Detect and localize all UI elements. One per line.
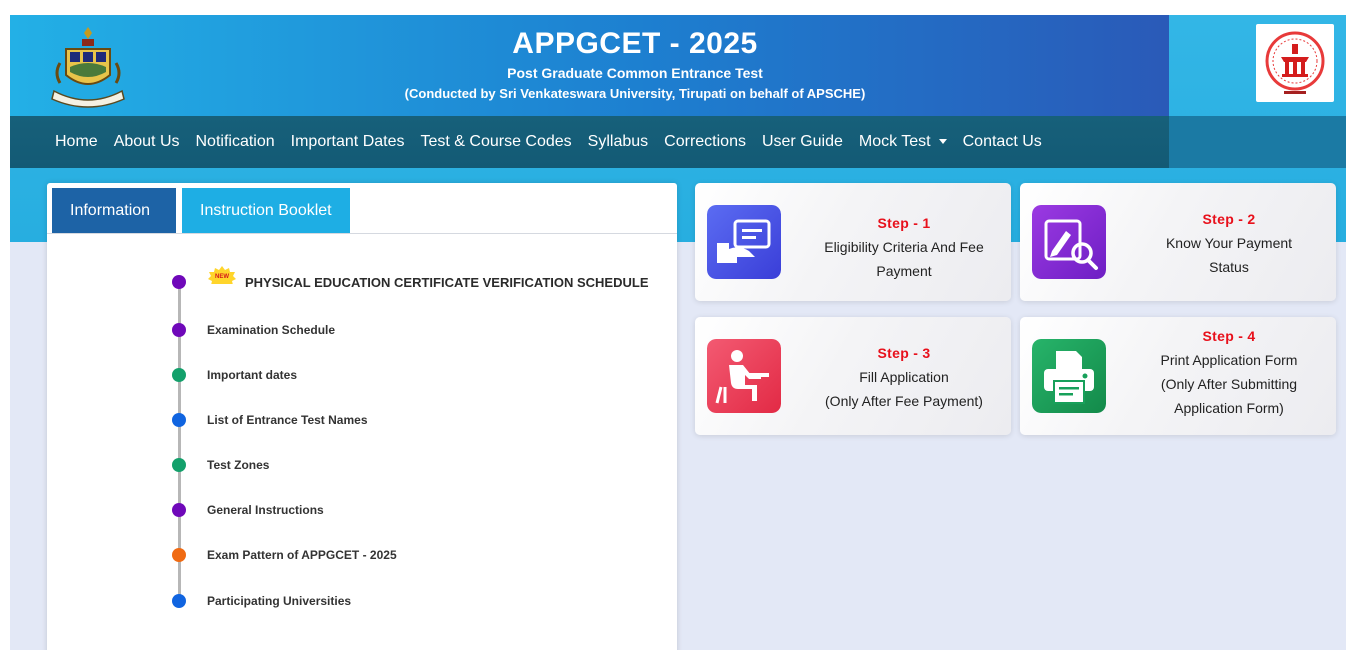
step-2-text: Step - 2 Know Your Payment Status	[1130, 207, 1328, 279]
student-desk-icon	[707, 339, 781, 413]
information-panel: Information Instruction Booklet NEW PHYS…	[47, 183, 677, 650]
step-2-card[interactable]: Step - 2 Know Your Payment Status	[1020, 183, 1336, 301]
list-item[interactable]: List of Entrance Test Names	[172, 413, 368, 427]
list-item-label: PHYSICAL EDUCATION CERTIFICATE VERIFICAT…	[245, 274, 649, 290]
nav-notification[interactable]: Notification	[196, 133, 275, 151]
page: APPGCET - 2025 Post Graduate Common Entr…	[10, 15, 1346, 650]
nav-test-course-codes[interactable]: Test & Course Codes	[420, 133, 571, 151]
step-4-line1: Print Application Form	[1160, 352, 1298, 368]
apsche-logo[interactable]	[1256, 24, 1334, 102]
site-header: APPGCET - 2025 Post Graduate Common Entr…	[10, 15, 1169, 116]
nav-mock-test-label: Mock Test	[858, 133, 931, 150]
step-3-label: Step - 3	[877, 345, 931, 361]
nav-mock-test[interactable]: Mock Test	[859, 133, 947, 151]
list-item[interactable]: Participating Universities	[172, 594, 351, 608]
list-item-label: List of Entrance Test Names	[207, 413, 368, 427]
nav-important-dates[interactable]: Important Dates	[291, 133, 405, 151]
card-payment-icon	[707, 205, 781, 279]
list-item[interactable]: NEW PHYSICAL EDUCATION CERTIFICATE VERIF…	[172, 266, 649, 290]
timeline-dot	[172, 458, 186, 472]
timeline-dot	[172, 275, 186, 289]
step-4-text: Step - 4 Print Application Form (Only Af…	[1130, 324, 1328, 420]
timeline-dot	[172, 323, 186, 337]
page-subtitle: Post Graduate Common Entrance Test	[507, 65, 763, 81]
step-4-label: Step - 4	[1202, 328, 1256, 344]
step-4-card[interactable]: Step - 4 Print Application Form (Only Af…	[1020, 317, 1336, 435]
conducted-by-text: (Conducted by Sri Venkateswara Universit…	[404, 86, 866, 101]
step-3-line2: (Only After Fee Payment)	[825, 393, 983, 409]
step-1-line2: Payment	[876, 263, 932, 279]
step-3-text: Step - 3 Fill Application (Only After Fe…	[805, 341, 1003, 413]
list-item-label: Important dates	[207, 368, 298, 382]
list-item[interactable]: Test Zones	[172, 458, 269, 472]
tab-divider	[47, 233, 677, 234]
tab-instruction-booklet[interactable]: Instruction Booklet	[182, 188, 350, 234]
step-3-card[interactable]: Step - 3 Fill Application (Only After Fe…	[695, 317, 1011, 435]
page-title: APPGCET - 2025	[512, 27, 758, 60]
nav-home[interactable]: Home	[55, 133, 98, 151]
list-item-label: Participating Universities	[207, 594, 352, 608]
nav-user-guide[interactable]: User Guide	[762, 133, 843, 151]
nav-corrections[interactable]: Corrections	[664, 133, 746, 151]
list-item[interactable]: Important dates	[172, 368, 297, 382]
step-4-line3: Application Form)	[1174, 400, 1284, 416]
step-1-line1: Eligibility Criteria And Fee	[824, 239, 984, 255]
step-1-card[interactable]: Step - 1 Eligibility Criteria And Fee Pa…	[695, 183, 1011, 301]
step-4-line2: (Only After Submitting	[1160, 376, 1298, 392]
list-item-label: Exam Pattern of APPGCET - 2025	[207, 548, 397, 562]
svg-text:NEW: NEW	[215, 274, 229, 280]
edit-search-icon	[1032, 205, 1106, 279]
chevron-down-icon	[938, 139, 947, 145]
tab-information[interactable]: Information	[52, 188, 176, 234]
step-3-line1: Fill Application	[859, 369, 949, 385]
timeline-dot	[172, 368, 186, 382]
step-2-line1: Know Your Payment	[1165, 235, 1293, 251]
step-2-label: Step - 2	[1202, 211, 1256, 227]
step-2-line2: Status	[1209, 259, 1249, 275]
main-nav: Home About Us Notification Important Dat…	[10, 116, 1169, 168]
step-1-label: Step - 1	[877, 215, 931, 231]
step-1-text: Step - 1 Eligibility Criteria And Fee Pa…	[805, 211, 1003, 283]
apsche-emblem-icon	[1265, 31, 1325, 94]
timeline-dot	[172, 503, 186, 517]
list-item[interactable]: Exam Pattern of APPGCET - 2025	[172, 548, 397, 562]
nav-syllabus[interactable]: Syllabus	[588, 133, 648, 151]
new-badge-icon: NEW	[208, 266, 236, 284]
nav-right-band	[1169, 116, 1346, 168]
list-item-label: Examination Schedule	[207, 323, 336, 337]
list-item-label: General Instructions	[207, 503, 324, 517]
printer-icon	[1032, 339, 1106, 413]
list-item-label: Test Zones	[207, 458, 270, 472]
nav-about-us[interactable]: About Us	[114, 133, 180, 151]
info-tabs: Information Instruction Booklet	[52, 188, 356, 234]
nav-contact-us[interactable]: Contact Us	[963, 133, 1042, 151]
timeline-dot	[172, 548, 186, 562]
list-item[interactable]: Examination Schedule	[172, 323, 335, 337]
list-item[interactable]: General Instructions	[172, 503, 324, 517]
timeline-dot	[172, 413, 186, 427]
timeline-dot	[172, 594, 186, 608]
